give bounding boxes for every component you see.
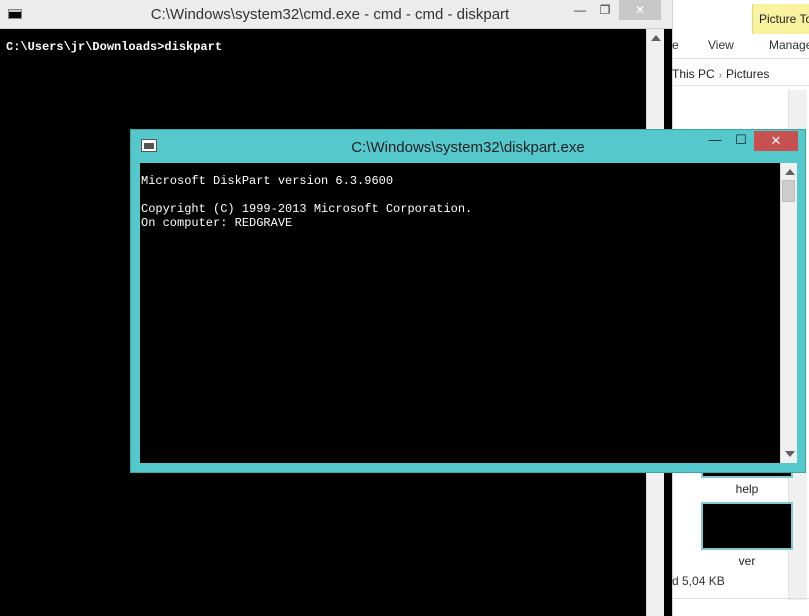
diskpart-window[interactable]: C:\Windows\system32\diskpart.exe — ☐ ✕ M…	[130, 129, 806, 473]
diskpart-window-title: C:\Windows\system32\diskpart.exe	[351, 139, 585, 156]
scrollbar-thumb[interactable]	[782, 180, 795, 202]
cmd-maximize-button[interactable]: ❐	[595, 0, 615, 20]
ribbon-context-tab-picture-tools[interactable]: Picture To	[752, 4, 809, 34]
console-line: On computer: REDGRAVE	[141, 216, 293, 230]
diskpart-scrollbar[interactable]	[780, 163, 797, 463]
thumbnail-label-help: help	[735, 482, 759, 496]
cmd-titlebar[interactable]: C:\Windows\system32\cmd.exe - cmd - cmd …	[0, 0, 672, 29]
console-line: Copyright (C) 1999-2013 Microsoft Corpor…	[141, 202, 473, 216]
cmd-close-button[interactable]: ✕	[619, 0, 661, 20]
cmd-console-text: C:\Users\jr\Downloads>diskpart	[6, 40, 223, 54]
thumbnail-ver[interactable]	[701, 502, 793, 550]
diskpart-close-button[interactable]: ✕	[754, 131, 798, 151]
scroll-up-arrow-icon[interactable]	[785, 169, 795, 175]
thumbnail-label-ver: ver	[738, 554, 756, 568]
breadcrumb-pictures[interactable]: Pictures	[726, 67, 769, 81]
diskpart-maximize-button[interactable]: ☐	[729, 130, 753, 150]
cmd-app-icon[interactable]	[8, 9, 22, 19]
address-bar[interactable]: This PC › Pictures	[672, 63, 809, 86]
ribbon-tab-manage[interactable]: Manage	[769, 38, 809, 52]
diskpart-console-area[interactable]: Microsoft DiskPart version 6.3.9600 Copy…	[140, 163, 780, 463]
diskpart-app-icon[interactable]	[141, 139, 157, 152]
diskpart-minimize-button[interactable]: —	[703, 130, 727, 150]
breadcrumb-this-pc[interactable]: This PC	[672, 67, 715, 81]
explorer-status-bar: d 5,04 KB	[672, 574, 725, 588]
ribbon-divider	[672, 58, 809, 59]
scroll-down-arrow-icon[interactable]	[785, 451, 795, 457]
cmd-minimize-button[interactable]: —	[570, 0, 590, 20]
cmd-window-title: C:\Windows\system32\cmd.exe - cmd - cmd …	[150, 6, 510, 23]
diskpart-console-text: Microsoft DiskPart version 6.3.9600 Copy…	[141, 174, 472, 230]
ribbon-tab-view[interactable]: View	[708, 38, 734, 52]
status-divider	[672, 598, 809, 599]
console-line: Microsoft DiskPart version 6.3.9600	[141, 174, 394, 188]
scroll-up-arrow-icon[interactable]	[651, 35, 661, 41]
ribbon-tab-partial[interactable]: e	[672, 38, 679, 52]
breadcrumb-chevron-icon[interactable]: ›	[719, 70, 722, 81]
